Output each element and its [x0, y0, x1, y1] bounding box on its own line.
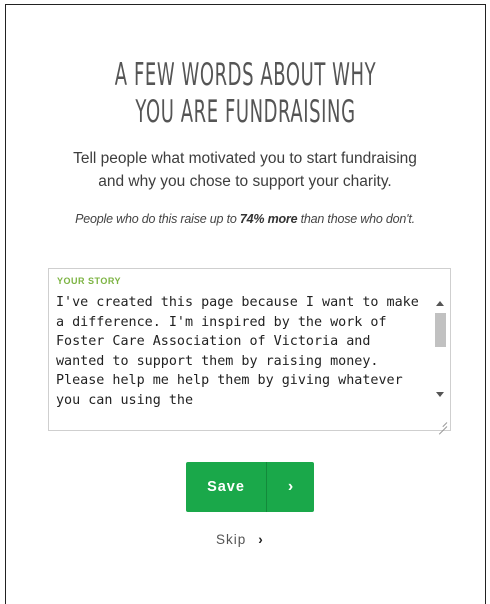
resize-handle-icon[interactable] — [438, 418, 447, 427]
chevron-right-icon: › — [287, 478, 294, 495]
page-title-line-2: YOU ARE FUNDRAISING — [135, 94, 356, 130]
scroll-up-icon[interactable] — [436, 301, 444, 306]
chevron-right-icon: › — [258, 532, 264, 547]
story-scrollbar[interactable] — [433, 293, 448, 403]
save-button-label: Save — [207, 479, 245, 495]
story-textarea[interactable]: I've created this page because I want to… — [56, 293, 426, 425]
intro-line-1: Tell people what motivated you to start … — [73, 150, 417, 167]
skip-label: Skip — [216, 532, 247, 547]
story-field[interactable]: YOUR STORY I've created this page becaus… — [48, 268, 451, 431]
tip-highlight: 74% more — [239, 212, 298, 226]
intro-text: Tell people what motivated you to start … — [0, 147, 490, 193]
intro-line-2: and why you chose to support your charit… — [98, 173, 392, 190]
tip-suffix: than those who don't. — [300, 212, 415, 226]
scroll-down-icon[interactable] — [436, 392, 444, 397]
tip-prefix: People who do this raise up to — [75, 212, 237, 226]
skip-link[interactable]: Skip › — [216, 530, 264, 550]
page-title-line-1: A FEW WORDS ABOUT WHY — [114, 57, 377, 93]
tip-text: People who do this raise up to 74% more … — [0, 212, 490, 226]
story-label: YOUR STORY — [57, 276, 122, 286]
scrollbar-thumb[interactable] — [435, 313, 446, 347]
save-button[interactable]: Save › — [186, 462, 314, 512]
